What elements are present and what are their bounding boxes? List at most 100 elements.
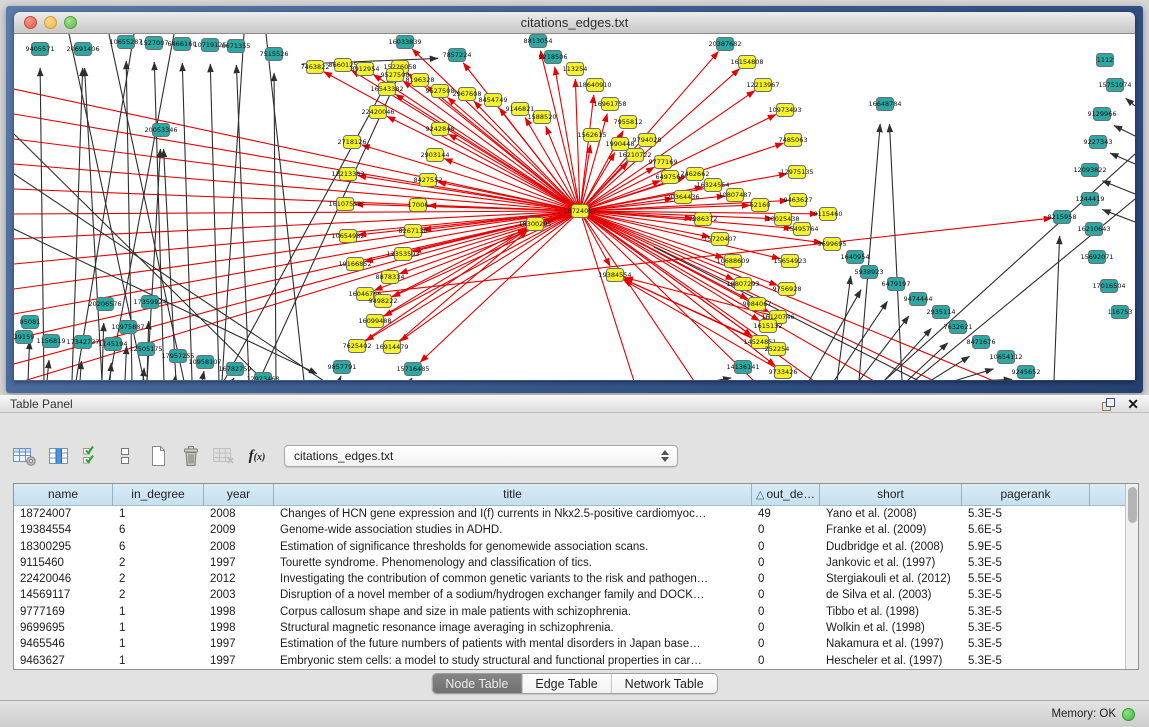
- graph-node-label: 9245652: [1012, 368, 1041, 376]
- table-row[interactable]: 1456911722003Disruption of a novel membe…: [14, 587, 1125, 603]
- graph-node-label: 116753: [1108, 308, 1133, 316]
- graph-node-label: 8878334: [376, 273, 405, 281]
- graph-node-label: 39159: [14, 333, 34, 341]
- graph-edge: [72, 68, 83, 380]
- table-row[interactable]: 1830029562008Estimation of significance …: [14, 539, 1125, 555]
- graph-edge: [1126, 98, 1135, 106]
- graph-node-label: 9405571: [26, 45, 55, 53]
- graph-node-label: 8215958: [1048, 213, 1077, 221]
- table-cell: 22420046: [14, 571, 113, 587]
- table-row[interactable]: 946554611997Estimation of the future num…: [14, 636, 1125, 652]
- graph-edge: [14, 211, 580, 380]
- table-row[interactable]: 1938455462009Genome-wide association stu…: [14, 522, 1125, 538]
- column-select-icon[interactable]: [47, 443, 71, 469]
- graph-node-label: 15716485: [396, 365, 429, 373]
- graph-node-label: 8454749: [479, 96, 508, 104]
- graph-node-label: 16543382: [370, 85, 403, 93]
- vertical-scrollbar[interactable]: [1125, 484, 1138, 669]
- sort-ascending-icon: △: [756, 489, 764, 501]
- column-header-pagerank[interactable]: pagerank: [962, 484, 1090, 505]
- graph-node-label: 17006: [408, 201, 429, 209]
- graph-node-label: 1112: [1097, 56, 1114, 64]
- column-header-short[interactable]: short: [820, 484, 962, 505]
- graph-node-label: 16099488: [358, 317, 391, 325]
- graph-node-label: 20387682: [708, 40, 741, 48]
- table-cell: 2008: [204, 539, 274, 555]
- status-bar: Memory: OK: [0, 700, 1149, 727]
- table-cell: 2009: [204, 522, 274, 538]
- graph-node-label: 18300295: [518, 220, 551, 228]
- column-header-indegree[interactable]: in_degree: [113, 484, 204, 505]
- table-select[interactable]: citations_edges.txt: [284, 445, 678, 467]
- table-settings-icon[interactable]: [12, 443, 38, 469]
- graph-node-label: 10025438: [766, 215, 799, 223]
- graph-node-label: 22420046: [361, 108, 394, 116]
- table-row[interactable]: 2242004622012Investigating the contribut…: [14, 571, 1125, 587]
- graph-node-label: 7632621: [944, 323, 973, 331]
- graph-node-label: 1527007: [140, 39, 169, 47]
- column-header-year[interactable]: year: [204, 484, 274, 505]
- graph-node-label: 1640954: [841, 253, 870, 261]
- table-cell: 5.6E-5: [962, 522, 1090, 538]
- tab-node-table[interactable]: Node Table: [432, 674, 522, 693]
- graph-node-label: 8196328: [406, 76, 435, 84]
- graph-edge: [232, 378, 234, 380]
- table-row[interactable]: 1872400712008Changes of HCN gene express…: [14, 506, 1125, 522]
- table-cell: Changes of HCN gene expression and I(f) …: [274, 506, 752, 522]
- graph-node-label: 2935114: [927, 308, 956, 316]
- table-cell: Investigating the contribution of common…: [274, 571, 752, 587]
- graph-node-label: 10958107: [188, 358, 221, 366]
- table-cell: 0: [752, 571, 820, 587]
- table-cell: Tourette syndrome. Phenomenology and cla…: [274, 555, 752, 571]
- network-canvas[interactable]: 9405571206914061065528715270076466160107…: [14, 34, 1135, 380]
- graph-node-label: 10973493: [768, 106, 801, 114]
- tab-network-table[interactable]: Network Table: [612, 674, 717, 693]
- graph-node-label: 20364436: [666, 193, 699, 201]
- delete-table-icon[interactable]: [212, 443, 236, 469]
- graph-node-label: 16324554: [696, 181, 729, 189]
- table-row[interactable]: 911546021997Tourette syndrome. Phenomeno…: [14, 555, 1125, 571]
- scrollbar-thumb[interactable]: [1128, 487, 1137, 523]
- table-cell: 5.3E-5: [962, 587, 1090, 603]
- graph-node-label: 6497568: [656, 173, 685, 181]
- window-titlebar[interactable]: citations_edges.txt: [14, 12, 1135, 34]
- graph-node-label: 2718126: [338, 138, 367, 146]
- table-cell: Corpus callosum shape and size in male p…: [274, 604, 752, 620]
- function-builder-icon[interactable]: f(x): [245, 443, 269, 469]
- graph-node-label: 17016504: [1092, 282, 1125, 290]
- table-cell: 0: [752, 587, 820, 603]
- table-mode-tabs: Node TableEdge TableNetwork Table: [431, 673, 717, 694]
- table-cell: 2012: [204, 571, 274, 587]
- close-window-button[interactable]: [24, 16, 37, 29]
- graph-node-label: 1615132: [754, 322, 783, 330]
- select-all-icon[interactable]: [80, 443, 104, 469]
- float-panel-icon[interactable]: [1101, 397, 1117, 413]
- graph-node-label: 12093822: [1073, 166, 1106, 174]
- table-body: 1872400712008Changes of HCN gene express…: [14, 506, 1125, 669]
- tab-edge-table[interactable]: Edge Table: [522, 674, 611, 693]
- graph-node-label: 9227343: [1084, 138, 1113, 146]
- graph-node-label: 10688609: [716, 257, 749, 265]
- table-row[interactable]: 946362711997Embryonic stem cells: a mode…: [14, 653, 1125, 669]
- new-document-icon[interactable]: [146, 443, 170, 469]
- graph-edge: [236, 65, 249, 380]
- minimize-window-button[interactable]: [44, 16, 57, 29]
- delete-icon[interactable]: [179, 443, 203, 469]
- table-row[interactable]: 977716911998Corpus callosum shape and si…: [14, 604, 1125, 620]
- column-header-title[interactable]: title: [274, 484, 752, 505]
- zoom-window-button[interactable]: [64, 16, 77, 29]
- graph-edge: [47, 360, 49, 380]
- window-controls: [24, 16, 77, 29]
- close-panel-icon[interactable]: ✕: [1127, 396, 1139, 413]
- memory-indicator[interactable]: [1122, 708, 1135, 721]
- column-header-name[interactable]: name: [14, 484, 113, 505]
- table-cell: 1997: [204, 555, 274, 571]
- graph-node-label: 62160: [750, 201, 771, 209]
- column-header-outde[interactable]: △out_de…: [752, 484, 820, 505]
- graph-node-label: 9527508: [426, 87, 455, 95]
- unselect-all-icon[interactable]: [113, 443, 137, 469]
- table-row[interactable]: 969969511998Structural magnetic resonanc…: [14, 620, 1125, 636]
- table-cell: 49: [752, 506, 820, 522]
- table-header-row: namein_degreeyeartitle△out_de…shortpager…: [14, 484, 1125, 506]
- table-cell: 9699695: [14, 620, 113, 636]
